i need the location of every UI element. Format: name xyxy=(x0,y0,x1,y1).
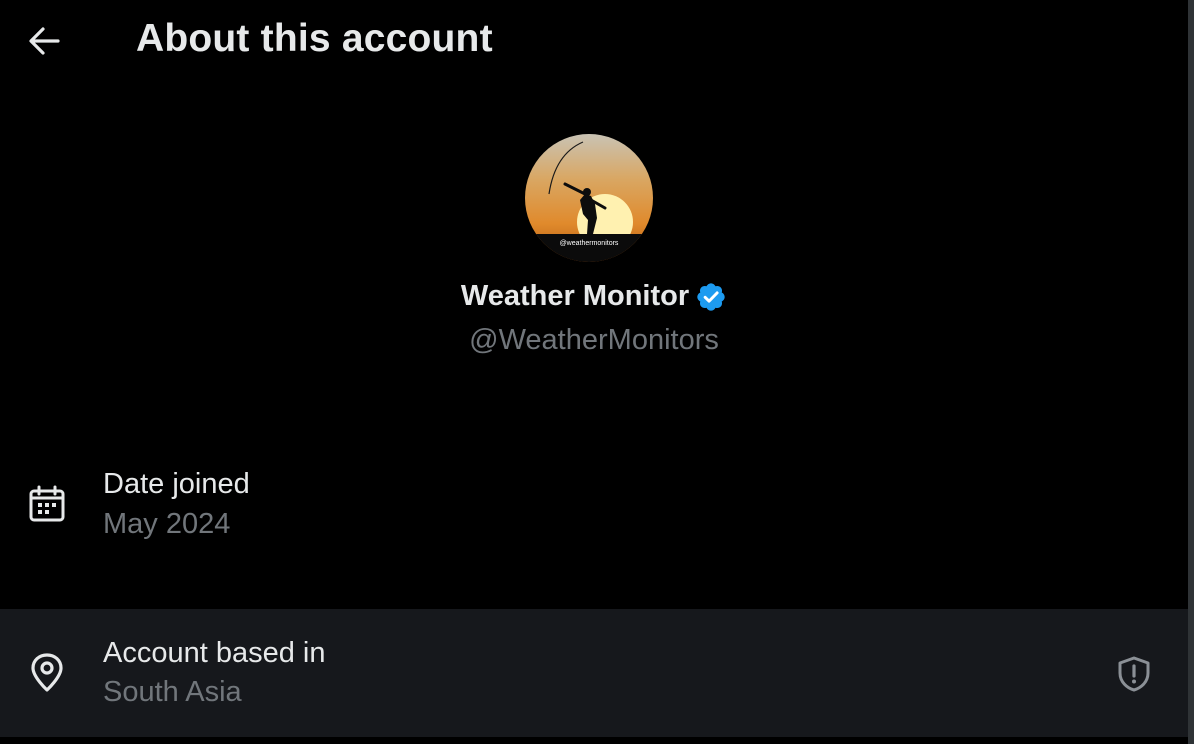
verified-badge-icon xyxy=(695,281,727,313)
date-joined-value: May 2024 xyxy=(103,508,231,540)
window-edge xyxy=(1188,0,1194,744)
header: About this account xyxy=(0,0,1188,82)
arrow-left-icon xyxy=(29,27,60,55)
location-pin-icon xyxy=(27,653,67,693)
about-account-page: About this account @weathermonitors Weat… xyxy=(0,0,1188,744)
avatar-watermark: @weathermonitors xyxy=(559,240,619,247)
name-row: Weather Monitor xyxy=(0,280,1188,313)
account-based-in-label: Account based in xyxy=(103,637,326,669)
date-joined-label: Date joined xyxy=(103,468,250,500)
back-button[interactable] xyxy=(22,21,66,61)
account-based-in-row[interactable]: Account based in South Asia xyxy=(0,609,1188,737)
date-joined-row: Date joined May 2024 xyxy=(0,462,1188,590)
profile-handle: @WeatherMonitors xyxy=(469,324,719,356)
account-based-in-value: South Asia xyxy=(103,676,242,708)
calendar-icon xyxy=(27,484,67,524)
avatar[interactable]: @weathermonitors xyxy=(525,134,653,262)
display-name: Weather Monitor xyxy=(460,280,690,312)
shield-alert-icon[interactable] xyxy=(1115,655,1153,693)
page-title: About this account xyxy=(136,17,493,60)
